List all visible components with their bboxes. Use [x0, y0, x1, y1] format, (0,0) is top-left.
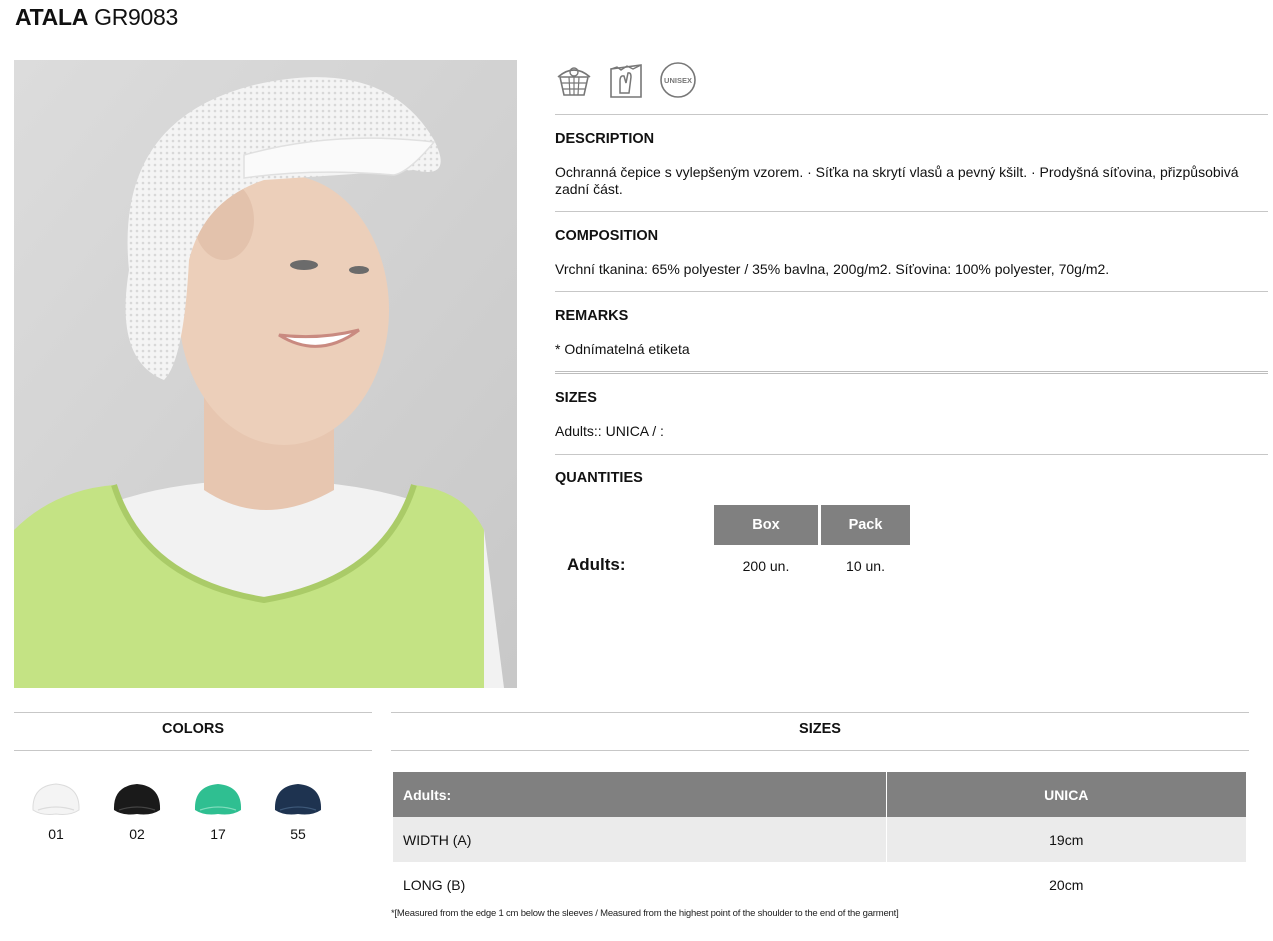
unisex-label: UNISEX [664, 76, 692, 85]
badge-row: UNISEX [555, 60, 697, 100]
product-photo-illustration [14, 60, 517, 688]
color-swatch-55[interactable]: 55 [272, 780, 324, 842]
table-row: WIDTH (A) 19cm [393, 817, 1246, 862]
quantities-pack-value: 10 un. [846, 558, 885, 574]
divider [14, 712, 372, 713]
table-cell: LONG (B) [393, 862, 887, 907]
tearable-tag-icon [607, 61, 645, 99]
quantities-box-value: 200 un. [742, 558, 790, 574]
divider [14, 750, 372, 751]
measurement-note: *[Measured from the edge 1 cm below the … [391, 908, 899, 919]
size-table: Adults: UNICA WIDTH (A) 19cm LONG (B) 20… [393, 772, 1246, 907]
divider [555, 291, 1268, 292]
sizes-heading: SIZES [555, 390, 597, 406]
color-swatch-01[interactable]: 01 [30, 780, 82, 842]
table-cell: 20cm [1049, 876, 1084, 893]
quantities-heading: QUANTITIES [555, 470, 643, 486]
cap-icon [194, 784, 242, 815]
remarks-heading: REMARKS [555, 308, 629, 324]
divider [555, 371, 1268, 374]
composition-heading: COMPOSITION [555, 228, 659, 244]
cap-icon [113, 784, 161, 815]
color-code: 55 [290, 826, 306, 842]
divider [391, 750, 1249, 751]
table-header-cell: Adults: [393, 772, 887, 817]
table-header-cell: UNICA [886, 772, 1246, 817]
color-swatch-02[interactable]: 02 [111, 780, 163, 842]
divider [555, 454, 1268, 455]
sizes-text: Adults:: UNICA / : [555, 423, 664, 439]
color-swatch-17[interactable]: 17 [192, 780, 244, 842]
size-table-heading: SIZES [799, 721, 841, 737]
cap-icon [274, 784, 322, 815]
divider [391, 712, 1249, 713]
divider [555, 211, 1268, 212]
food-basket-icon [555, 61, 593, 99]
colors-heading: COLORS [161, 721, 225, 737]
table-header-row: Adults: UNICA [393, 772, 1246, 817]
product-title: ATALA GR9083 [15, 4, 178, 31]
description-text: Ochranná čepice s vylepšeným vzorem. · S… [555, 164, 1239, 197]
divider [555, 114, 1268, 115]
table-cell: WIDTH (A) [393, 817, 887, 862]
remarks-text: * Odnímatelná etiketa [555, 341, 690, 357]
unisex-icon: UNISEX [659, 61, 697, 99]
composition-text: Vrchní tkanina: 65% polyester / 35% bavl… [555, 261, 1110, 277]
product-name: ATALA [15, 4, 89, 30]
product-photo [14, 60, 517, 688]
quantities-header-pack: Pack [821, 505, 910, 545]
quantities-header-box: Box [714, 505, 818, 545]
quantities-row-label: Adults: [567, 555, 626, 574]
product-code: GR9083 [94, 4, 178, 30]
color-code: 02 [129, 826, 145, 842]
table-row: LONG (B) 20cm [393, 862, 1246, 907]
description-heading: DESCRIPTION [555, 131, 655, 147]
color-code: 01 [48, 826, 64, 842]
color-code: 17 [210, 826, 226, 842]
cap-icon [32, 783, 80, 815]
table-cell: 19cm [886, 817, 1246, 862]
